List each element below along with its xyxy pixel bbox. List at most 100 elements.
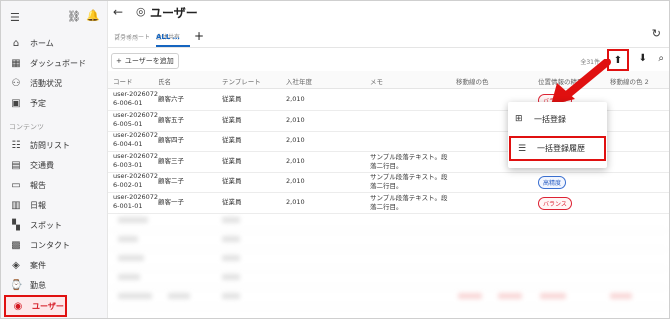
cell-memo: サンプル段落テキスト。段 落二行目。	[370, 152, 448, 170]
home-icon: ⌂	[12, 37, 20, 49]
sidebar-item-dashboard[interactable]: ▦ ダッシュボード	[1, 53, 107, 73]
cell-year: 2,010	[286, 156, 305, 165]
plus-icon: +	[116, 57, 122, 65]
sidebar-item-label: 訪問リスト	[30, 140, 70, 150]
sidebar-item-schedule[interactable]: ▣ 予定	[1, 93, 107, 113]
column-header[interactable]: テンプレート	[222, 76, 261, 86]
tab-label: ALL …	[156, 33, 180, 41]
view-tabs: プライベート 自分専用 全体共有 ALL … + ↻	[108, 23, 669, 48]
user-circle-icon: ◎	[136, 5, 146, 18]
sidebar-item-label: 活動状況	[30, 78, 62, 88]
sidebar-item-label: 勤怠	[30, 280, 46, 290]
sidebar-item-label: コンタクト	[30, 240, 70, 250]
sidebar-item-transport[interactable]: ▤ 交通費	[1, 155, 107, 175]
back-arrow-icon[interactable]: ←	[113, 5, 123, 19]
sidebar-item-contact[interactable]: ▩ コンタクト	[1, 235, 107, 255]
status-badge: バランス	[538, 196, 572, 210]
cell-template: 従業員	[222, 177, 242, 185]
sidebar-item-visit-list[interactable]: ☷ 訪問リスト	[1, 135, 107, 155]
sidebar-item-label: 交通費	[30, 160, 54, 170]
page-title: ユーザー	[150, 6, 198, 20]
upload-icon: ⬆	[613, 54, 623, 66]
cell-year: 2,010	[286, 177, 305, 185]
dashboard-icon: ▦	[11, 57, 21, 69]
cell-name: 顧客三子	[158, 156, 184, 165]
sidebar-item-daily-report[interactable]: ▥ 日報	[1, 195, 107, 215]
link-icon[interactable]: ⛓	[67, 10, 81, 23]
building-icon: ▚	[12, 219, 20, 231]
cell-name: 顧客二子	[158, 177, 184, 185]
cell-code: user-2026072 6-002-01	[113, 172, 159, 189]
red-arrow-annotation	[551, 59, 611, 105]
sidebar-item-deal[interactable]: ◈ 案件	[1, 255, 107, 275]
add-tab-icon[interactable]: +	[194, 29, 204, 43]
sidebar-item-report[interactable]: ▭ 報告	[1, 175, 107, 195]
column-header[interactable]: 入社年度	[286, 76, 312, 86]
sidebar-item-label: 報告	[30, 180, 46, 190]
file-add-icon: ⊞	[515, 114, 523, 124]
cell-template: 従業員	[222, 156, 242, 165]
topbar: ← ◎ ユーザー	[108, 1, 669, 23]
cell-code: user-2026072 6-005-01	[113, 110, 159, 128]
receipt-icon: ▤	[11, 159, 21, 171]
report-icon: ▭	[11, 179, 21, 191]
status-badge: 高精度	[538, 176, 567, 189]
column-header[interactable]: 氏名	[158, 76, 171, 86]
add-user-label: ユーザーを追加	[124, 57, 174, 65]
activity-icon: ⚇	[11, 77, 21, 89]
add-user-button[interactable]: + ユーザーを追加	[111, 53, 179, 69]
hamburger-menu-icon[interactable]: ☰	[10, 11, 20, 24]
cell-code: user-2026072 6-004-01	[113, 131, 159, 148]
tab-label: 自分専用	[114, 35, 139, 42]
cell-year: 2,010	[286, 115, 305, 124]
sidebar-item-label: 案件	[30, 260, 46, 270]
sidebar-item-activity[interactable]: ⚇ 活動状況	[1, 73, 107, 93]
cell-template: 従業員	[222, 197, 242, 206]
sidebar-item-label: ホーム	[30, 38, 54, 48]
cell-code: user-2026072 6-006-01	[113, 90, 159, 107]
sidebar-item-label: 日報	[30, 200, 46, 210]
sidebar-item-label: ダッシュボード	[30, 58, 86, 68]
cell-memo: サンプル段落テキスト。段 落二行目。	[370, 193, 448, 211]
column-header[interactable]: 移動線の色 2	[610, 76, 649, 86]
tab-all[interactable]: 全体共有 ALL …	[156, 24, 190, 47]
cell-template: 従業員	[222, 136, 242, 144]
cell-name: 顧客四子	[158, 136, 184, 144]
sidebar: ☰ ⛓ 🔔 ⌂ ホーム ▦ ダッシュボード ⚇ 活動状況 ▣ 予定 コンテンツ …	[1, 1, 108, 318]
cell-name: 顧客一子	[158, 197, 184, 206]
cell-template: 従業員	[222, 115, 242, 124]
blurred-rows	[108, 211, 669, 318]
deal-icon: ◈	[12, 259, 20, 271]
sidebar-item-label: 予定	[30, 98, 46, 108]
bell-icon[interactable]: 🔔	[86, 9, 100, 22]
cell-name: 顧客六子	[158, 95, 184, 103]
attendance-icon: ⌚	[10, 279, 23, 291]
search-icon[interactable]: ⌕	[658, 53, 664, 64]
sidebar-item-label: スポット	[30, 220, 62, 230]
user-icon: ◉	[13, 300, 23, 312]
column-header[interactable]: 移動線の色	[456, 76, 489, 86]
app-window: ☰ ⛓ 🔔 ⌂ ホーム ▦ ダッシュボード ⚇ 活動状況 ▣ 予定 コンテンツ …	[0, 0, 670, 319]
sidebar-item-home[interactable]: ⌂ ホーム	[1, 33, 107, 53]
sidebar-item-spot[interactable]: ▚ スポット	[1, 215, 107, 235]
sidebar-item-label: ユーザー	[32, 301, 64, 311]
checklist-icon: ☰	[518, 143, 527, 154]
sidebar-item-attendance[interactable]: ⌚ 勤怠	[1, 275, 107, 295]
tab-private[interactable]: プライベート 自分専用	[114, 24, 150, 43]
menu-item-bulk-history[interactable]: ☰ 一括登録履歴	[509, 136, 606, 161]
bulk-menu: ⊞ 一括登録 ☰ 一括登録履歴	[508, 102, 607, 168]
menu-item-label: 一括登録	[534, 114, 566, 124]
menu-item-label: 一括登録履歴	[537, 144, 585, 153]
column-header[interactable]: メモ	[370, 76, 383, 86]
cell-name: 顧客五子	[158, 115, 184, 124]
refresh-icon[interactable]: ↻	[652, 27, 661, 40]
sidebar-item-users[interactable]: ◉ ユーザー	[4, 295, 67, 317]
cell-code: user-2026072 6-001-01	[113, 192, 159, 210]
download-icon[interactable]: ⬇	[639, 53, 647, 64]
sidebar-section-label: コンテンツ	[9, 123, 44, 131]
calendar-report-icon: ▥	[11, 199, 21, 211]
table-row[interactable]: user-2026072 6-002-01 顧客二子 従業員 2,010 サンプル段落テ…	[108, 171, 669, 193]
column-header[interactable]: コード	[113, 76, 133, 86]
menu-item-bulk-register[interactable]: ⊞ 一括登録	[508, 107, 607, 131]
cell-memo: サンプル段落テキスト。段 落二行目。	[370, 173, 448, 190]
